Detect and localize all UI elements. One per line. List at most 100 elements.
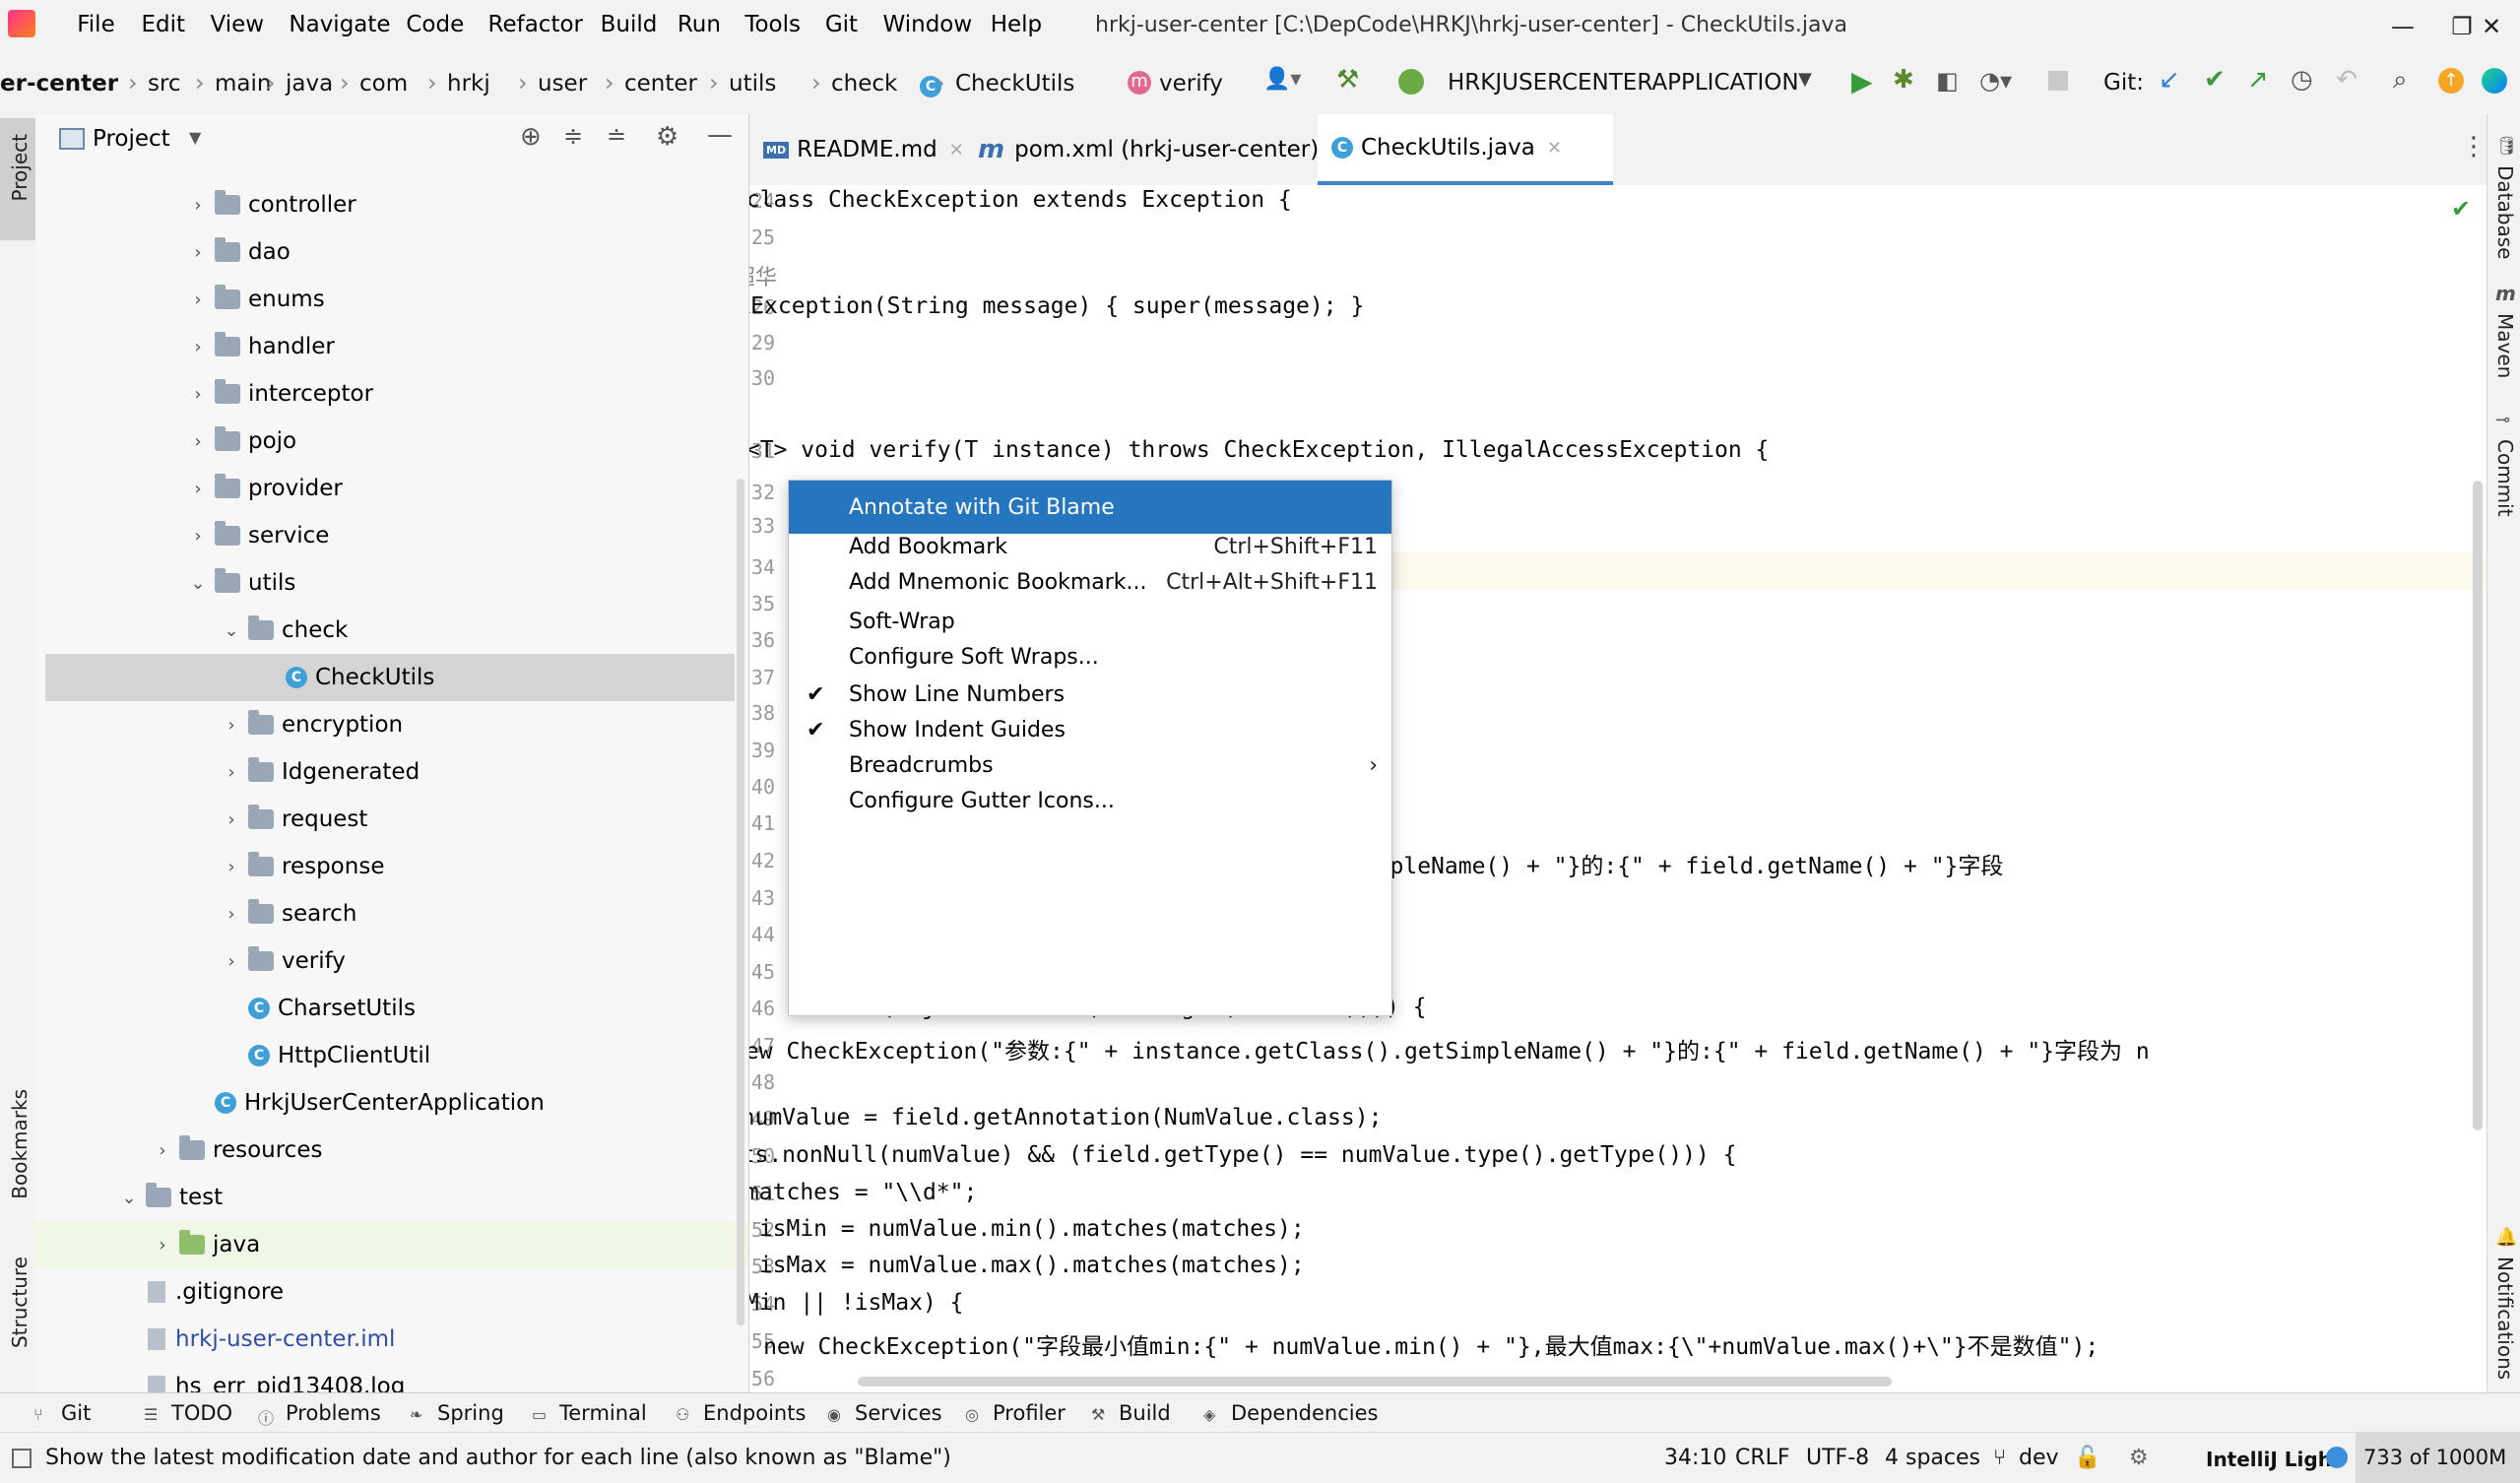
code-line[interactable]: public static <T> void verify(T instance… bbox=[749, 437, 1769, 463]
chevron-down-icon[interactable]: ⌄ bbox=[187, 573, 209, 594]
code-line[interactable]: public CheckException(String message) { … bbox=[749, 293, 1364, 319]
menu-item-configure-gutter-icons[interactable]: Configure Gutter Icons... bbox=[789, 774, 1391, 827]
code-line[interactable]: public static class CheckException exten… bbox=[749, 187, 1292, 213]
search-icon[interactable]: ⌕ bbox=[2393, 65, 2408, 96]
tool-window-dependencies[interactable]: ◈ Dependencies bbox=[1203, 1401, 1378, 1425]
coverage-icon[interactable]: ◧ bbox=[1936, 67, 1959, 95]
chevron-right-icon[interactable]: › bbox=[221, 809, 242, 830]
close-icon[interactable]: ✕ bbox=[1547, 138, 1562, 159]
tree-node-charsetutils[interactable]: C CharsetUtils bbox=[35, 985, 744, 1032]
gear-icon[interactable]: ⚙ bbox=[656, 122, 678, 152]
chevron-right-icon[interactable]: › bbox=[221, 715, 242, 736]
editor-hscrollbar[interactable] bbox=[858, 1377, 1892, 1386]
tree-node-enums[interactable]: › enums bbox=[35, 276, 744, 323]
tree-node-dao[interactable]: › dao bbox=[35, 228, 744, 276]
tool-window-spring[interactable]: ❧ Spring bbox=[410, 1401, 504, 1425]
tool-window-todo[interactable]: ☰ TODO bbox=[144, 1401, 232, 1425]
tree-node-idgenerated[interactable]: › Idgenerated bbox=[35, 748, 744, 796]
tree-node-interceptor[interactable]: › interceptor bbox=[35, 370, 744, 418]
breadcrumb-hrkj[interactable]: hrkj bbox=[447, 71, 490, 97]
bookmarks-tool-tab[interactable]: Bookmarks bbox=[8, 1089, 32, 1199]
project-panel-title[interactable]: Project bbox=[93, 126, 170, 152]
tree-node-encryption[interactable]: › encryption bbox=[35, 701, 744, 748]
code-line[interactable]: if (Objects.nonNull(numValue) && (field.… bbox=[749, 1142, 1736, 1168]
chevron-down-icon[interactable]: ▼ bbox=[189, 128, 201, 147]
code-line[interactable]: NumValue numValue = field.getAnnotation(… bbox=[749, 1105, 1382, 1130]
more-tabs-icon[interactable]: ⋮ bbox=[2461, 132, 2487, 161]
tree-node-hrkj-user-center-iml[interactable]: hrkj-user-center.iml bbox=[35, 1316, 744, 1363]
debug-icon[interactable]: ✱ bbox=[1893, 65, 1914, 95]
menu-code[interactable]: Code bbox=[406, 12, 464, 37]
git-history-icon[interactable]: ◷ bbox=[2291, 65, 2313, 95]
tree-node-search[interactable]: › search bbox=[35, 890, 744, 937]
chevron-right-icon[interactable]: › bbox=[187, 337, 209, 357]
chevron-right-icon[interactable]: › bbox=[221, 904, 242, 925]
memory-usage[interactable]: 733 of 1000M bbox=[2363, 1446, 2506, 1469]
tool-window-problems[interactable]: ⓘ Problems bbox=[258, 1401, 381, 1428]
git-rollback-icon[interactable]: ↶ bbox=[2336, 65, 2358, 95]
tree-node-response[interactable]: › response bbox=[35, 843, 744, 890]
git-update-icon[interactable]: ↙ bbox=[2159, 65, 2180, 95]
tree-scrollbar[interactable] bbox=[737, 479, 744, 1325]
chevron-right-icon[interactable]: › bbox=[152, 1140, 173, 1161]
tab-checkutils[interactable]: C CheckUtils.java ✕ bbox=[1318, 114, 1613, 185]
line-separator[interactable]: CRLF bbox=[1735, 1446, 1790, 1470]
hide-panel-icon[interactable]: — bbox=[707, 120, 733, 150]
lock-icon[interactable]: 🔓 bbox=[2074, 1446, 2100, 1470]
chevron-right-icon[interactable]: › bbox=[221, 857, 242, 877]
menu-build[interactable]: Build bbox=[601, 12, 658, 37]
tool-window-endpoints[interactable]: ⚇ Endpoints bbox=[676, 1401, 806, 1425]
menu-navigate[interactable]: Navigate bbox=[289, 12, 390, 37]
collapse-all-icon[interactable]: ≐ bbox=[607, 122, 626, 150]
chevron-right-icon[interactable]: › bbox=[187, 479, 209, 499]
tree-node-pojo[interactable]: › pojo bbox=[35, 418, 744, 465]
tool-window-git[interactable]: ⑂ Git bbox=[33, 1401, 91, 1425]
code-line[interactable]: throw new CheckException("字段最小值min:{" + … bbox=[749, 1327, 2099, 1361]
breadcrumb-com[interactable]: com bbox=[359, 71, 408, 97]
status-toggle-icon[interactable] bbox=[12, 1449, 32, 1468]
chevron-right-icon[interactable]: › bbox=[221, 762, 242, 783]
tree-node--gitignore[interactable]: .gitignore bbox=[35, 1268, 744, 1316]
notifications-tool-tab[interactable]: Notifications bbox=[2493, 1257, 2517, 1380]
file-encoding[interactable]: UTF-8 bbox=[1806, 1446, 1869, 1470]
tree-node-verify[interactable]: › verify bbox=[35, 937, 744, 985]
minimize-icon[interactable]: — bbox=[2373, 6, 2432, 47]
tree-node-controller[interactable]: › controller bbox=[35, 181, 744, 228]
breadcrumb-user[interactable]: user bbox=[538, 71, 587, 97]
tree-node-httpclientutil[interactable]: C HttpClientUtil bbox=[35, 1032, 744, 1079]
profile-icon[interactable]: ◔▾ bbox=[1979, 67, 2012, 95]
tool-window-terminal[interactable]: ▭ Terminal bbox=[532, 1401, 647, 1425]
menu-view[interactable]: View bbox=[211, 12, 265, 37]
code-line[interactable]: String matches = "\\d*"; bbox=[749, 1180, 977, 1205]
database-tool-tab[interactable]: Database bbox=[2493, 165, 2517, 259]
tree-node-service[interactable]: › service bbox=[35, 512, 744, 559]
breadcrumb-er-center[interactable]: er-center bbox=[0, 71, 118, 97]
breadcrumb-main[interactable]: main bbox=[215, 71, 271, 97]
chevron-right-icon[interactable]: › bbox=[187, 384, 209, 405]
stop-icon[interactable] bbox=[2048, 71, 2068, 91]
power-save-icon[interactable]: ⚙ bbox=[2129, 1446, 2149, 1470]
tree-node-resources[interactable]: › resources bbox=[35, 1127, 744, 1174]
code-line[interactable]: throw new CheckException("参数:{" + instan… bbox=[749, 1032, 2150, 1065]
chevron-right-icon[interactable]: › bbox=[187, 290, 209, 310]
chevron-right-icon[interactable]: › bbox=[187, 242, 209, 263]
git-branch[interactable]: dev bbox=[2019, 1446, 2059, 1470]
code-line[interactable]: boolean isMin = numValue.min().matches(m… bbox=[749, 1216, 1305, 1242]
menu-window[interactable]: Window bbox=[883, 12, 973, 37]
menu-tools[interactable]: Tools bbox=[744, 12, 801, 37]
menu-refactor[interactable]: Refactor bbox=[488, 12, 583, 37]
tree-node-checkutils[interactable]: C CheckUtils bbox=[45, 654, 735, 701]
user-icon[interactable]: 👤▾ bbox=[1263, 67, 1301, 92]
close-icon[interactable]: ✕ bbox=[949, 140, 964, 161]
tool-window-build[interactable]: ⚒ Build bbox=[1091, 1401, 1171, 1425]
run-icon[interactable]: ▶ bbox=[1851, 65, 1873, 97]
build-hammer-icon[interactable]: ⚒ bbox=[1336, 65, 1359, 95]
tree-node-request[interactable]: › request bbox=[35, 796, 744, 843]
chevron-right-icon[interactable]: › bbox=[187, 431, 209, 452]
git-commit-icon[interactable]: ✔ bbox=[2204, 65, 2226, 95]
tool-window-profiler[interactable]: ◎ Profiler bbox=[965, 1401, 1066, 1425]
tab-readme[interactable]: MD README.md ✕ bbox=[763, 114, 964, 185]
breadcrumb-src[interactable]: src bbox=[148, 71, 181, 97]
expand-all-icon[interactable]: ≑ bbox=[563, 122, 583, 150]
chevron-down-icon[interactable]: ▼ bbox=[1798, 69, 1812, 90]
